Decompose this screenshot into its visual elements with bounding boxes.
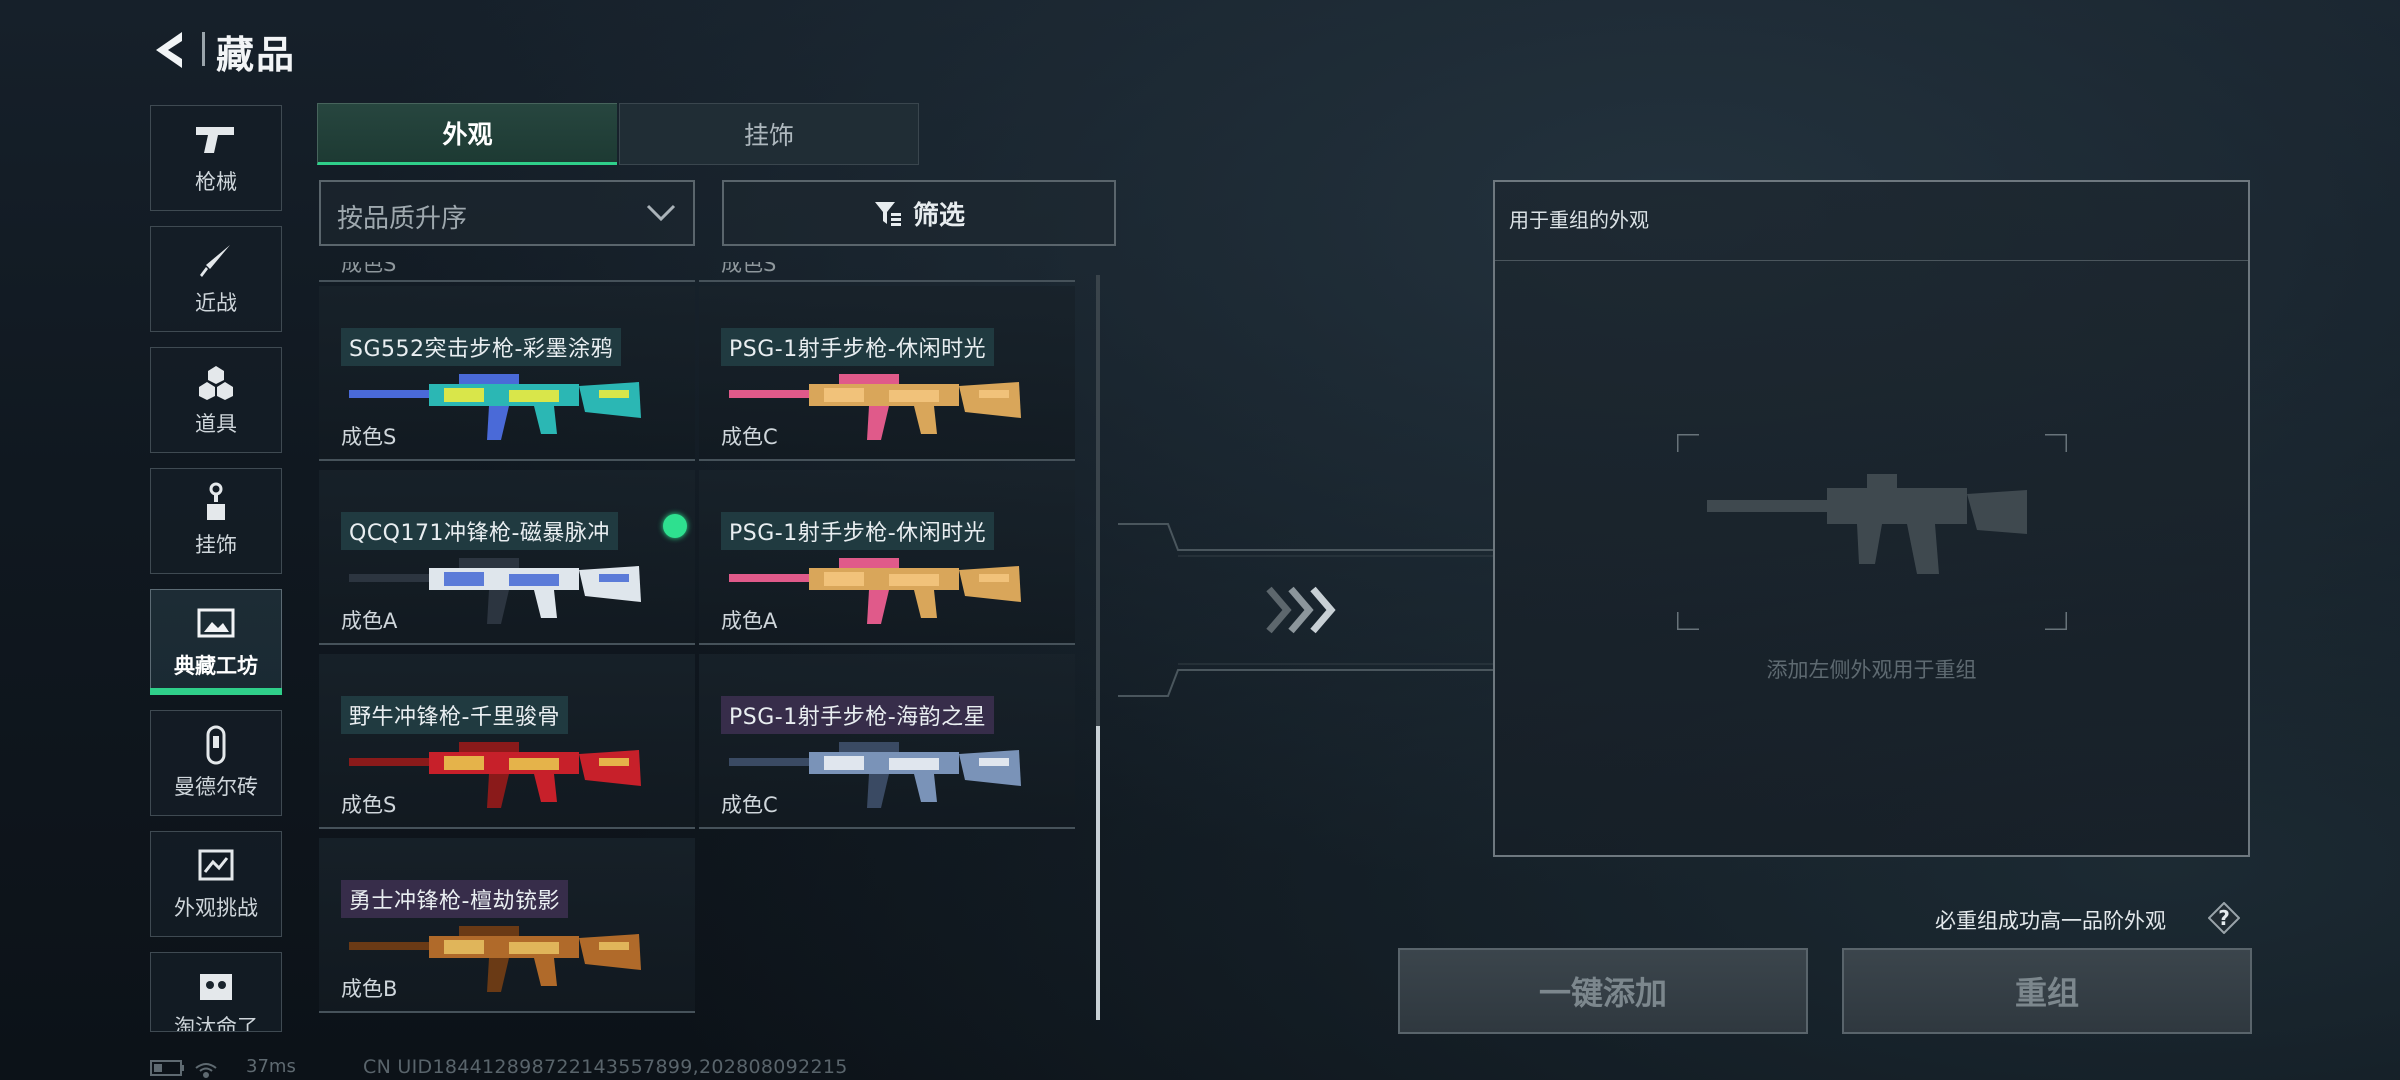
chevron-down-icon (646, 204, 676, 222)
skin-name: 勇士冲锋枪-檀劫铳影 (341, 880, 568, 918)
sidebar-item-melee[interactable]: 近战 (150, 226, 282, 332)
skin-grade: 成色B (341, 977, 398, 1001)
grenades-icon (199, 366, 233, 400)
skin-grade: 成色C (721, 425, 778, 449)
uid-text: CN UID18441289872214355789​9,20280809221… (363, 1056, 848, 1078)
svg-text:?: ? (2218, 906, 2230, 930)
sidebar-item-gadgets[interactable]: 道具 (150, 347, 282, 453)
wifi-icon (195, 1063, 217, 1078)
ping-readout: 37ms (246, 1056, 296, 1077)
sort-dropdown[interactable]: 按品质升序 (319, 180, 695, 246)
gallery-icon (197, 608, 235, 638)
sidebar-item-guns[interactable]: 枪械 (150, 105, 282, 211)
page-title: 藏品 (216, 33, 297, 77)
regroup-panel: 用于重组的外观 添加左侧外观用于重组 (1493, 180, 2250, 857)
skin-card[interactable]: 野牛冲锋枪-千里骏骨成色S (319, 654, 695, 829)
add-all-button[interactable]: 一键添加 (1398, 948, 1808, 1034)
back-arrow-icon (156, 32, 182, 68)
battery-icon (150, 1060, 184, 1076)
skin-card[interactable]: PSG-1射手步枪-休闲时光成色A (699, 470, 1075, 645)
brick-icon (206, 725, 226, 765)
panel-divider (1495, 260, 2248, 261)
challenge-icon (198, 849, 234, 881)
skin-name: PSG-1射手步枪-休闲时光 (721, 512, 995, 550)
sidebar-item-elimination[interactable]: 淘汰命了 (150, 952, 282, 1032)
tab-charms[interactable]: 挂饰 (619, 103, 919, 165)
skin-name: PSG-1射手步枪-休闲时光 (721, 328, 995, 366)
forward-chevrons-icon (1266, 586, 1336, 634)
regroup-button[interactable]: 重组 (1842, 948, 2252, 1034)
tab-appearance[interactable]: 外观 (317, 103, 617, 165)
skin-grade: 成色S (341, 425, 397, 449)
status-icons (150, 1060, 217, 1078)
skin-name: SG552突击步枪-彩墨涂鸦 (341, 328, 621, 366)
pistol-icon (196, 127, 234, 153)
skin-name: QCQ171冲锋枪-磁暴脉冲 (341, 512, 618, 550)
add-slot[interactable] (1677, 434, 2067, 630)
sort-label: 按品质升序 (337, 204, 468, 234)
charm-icon (207, 482, 225, 520)
sidebar-item-mandel-brick[interactable]: 曼德尔砖 (150, 710, 282, 816)
skin-card[interactable]: PSG-1射手步枪-休闲时光成色C (699, 286, 1075, 461)
panel-title: 用于重组的外观 (1509, 208, 1649, 232)
skin-grade: 成色A (341, 609, 398, 633)
question-icon[interactable]: ? (2208, 902, 2240, 934)
skin-card[interactable]: PSG-1射手步枪-海韵之星成色C (699, 654, 1075, 829)
skin-grade: 成色C (721, 793, 778, 817)
guarantee-note: 必重组成功高一品阶外观 (1935, 909, 2166, 933)
skin-list[interactable]: 成色S 成色S SG552突击步枪-彩墨涂鸦 成色S PSG-1射手步枪-休闲时光成… (319, 262, 1116, 1032)
skin-name: 野牛冲锋枪-千里骏骨 (341, 696, 568, 734)
rifle-silhouette-icon (1707, 474, 2027, 574)
sidebar-item-skin-challenge[interactable]: 外观挑战 (150, 831, 282, 937)
back-button[interactable] (148, 26, 196, 74)
list-item-partial: 成色S (319, 262, 695, 282)
filter-button[interactable]: 筛选 (722, 180, 1116, 246)
placeholder-text: 添加左侧外观用于重组 (1766, 658, 1977, 682)
skin-grade: 成色A (721, 609, 778, 633)
skin-grade: 成色S (341, 793, 397, 817)
filter-icon (874, 202, 901, 226)
selected-indicator (663, 514, 687, 538)
skull-icon (200, 974, 232, 1000)
skin-card[interactable]: QCQ171冲锋枪-磁暴脉冲成色A (319, 470, 695, 645)
tab-bar: 外观 挂饰 (317, 103, 919, 165)
filter-label: 筛选 (912, 200, 965, 231)
header-separator (202, 32, 205, 66)
skin-card[interactable]: SG552突击步枪-彩墨涂鸦成色S (319, 286, 695, 461)
list-item-partial: 成色S (699, 262, 1075, 282)
sidebar-item-charms[interactable]: 挂饰 (150, 468, 282, 574)
skin-name: PSG-1射手步枪-海韵之星 (721, 696, 995, 734)
list-scrollbar-thumb[interactable] (1096, 726, 1100, 1020)
knife-icon (200, 245, 230, 277)
skin-card[interactable]: 勇士冲锋枪-檀劫铳影成色B (319, 838, 695, 1013)
sidebar-item-workshop[interactable]: 典藏工坊 (150, 589, 282, 695)
